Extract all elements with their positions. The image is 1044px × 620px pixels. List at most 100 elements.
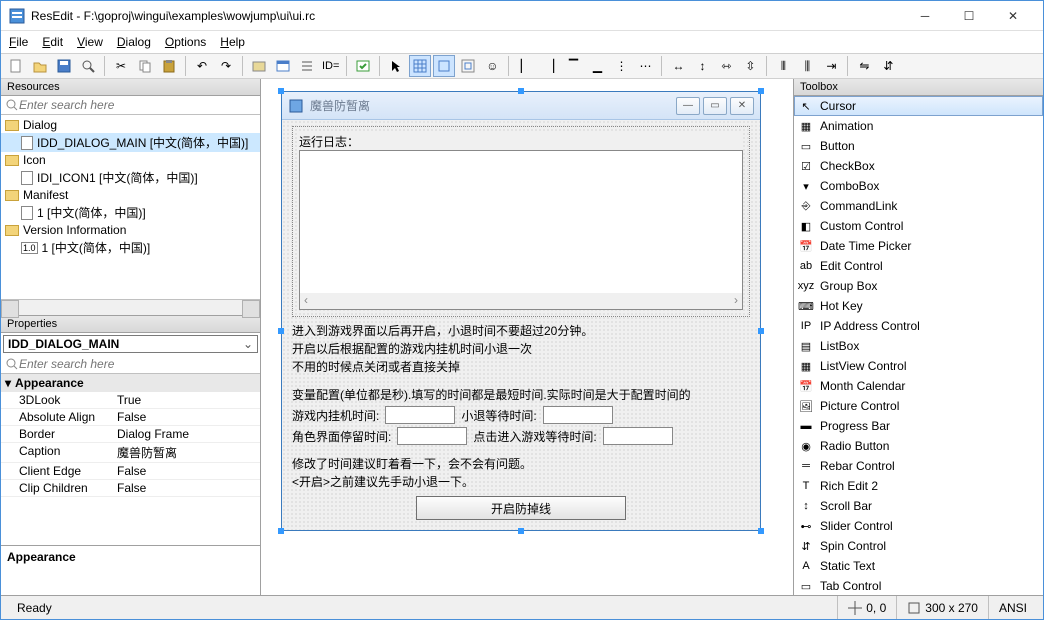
prop-row[interactable]: Client EdgeFalse	[1, 463, 260, 480]
toolbox-item-checkbox[interactable]: ☑CheckBox	[794, 156, 1043, 176]
cut-icon[interactable]: ✂	[110, 55, 132, 77]
input-charwait[interactable]	[397, 427, 467, 445]
toolbox-item-tab-control[interactable]: ▭Tab Control	[794, 576, 1043, 595]
dialog-editor[interactable]: 魔兽防暂离 — ▭ ✕ 运行日志： ‹› 进入到游戏界面以后再开启，小退时间不要…	[261, 79, 793, 595]
menu-file[interactable]: File	[9, 35, 28, 49]
sel-handle-se[interactable]	[758, 528, 764, 534]
properties-search[interactable]	[1, 355, 260, 374]
toolbox-item-listview-control[interactable]: ▦ListView Control	[794, 356, 1043, 376]
smiley-icon[interactable]: ☺	[481, 55, 503, 77]
redo-icon[interactable]: ↷	[215, 55, 237, 77]
flip-v-icon[interactable]: ⇵	[877, 55, 899, 77]
minimize-button[interactable]: ─	[903, 2, 947, 30]
sel-handle-s[interactable]	[518, 528, 524, 534]
copy-icon[interactable]	[134, 55, 156, 77]
toolbox-item-rich-edit-2[interactable]: TRich Edit 2	[794, 476, 1043, 496]
log-hscroll[interactable]: ‹›	[300, 293, 742, 309]
toolbox-item-button[interactable]: ▭Button	[794, 136, 1043, 156]
sel-handle-sw[interactable]	[278, 528, 284, 534]
toolbox-item-custom-control[interactable]: ◧Custom Control	[794, 216, 1043, 236]
spacing-h-icon[interactable]: ↔	[667, 55, 689, 77]
guides-icon[interactable]	[433, 55, 455, 77]
property-category[interactable]: ▾Appearance	[1, 374, 260, 392]
groupbox-log[interactable]: 运行日志： ‹›	[292, 126, 750, 317]
resources-search-input[interactable]	[19, 98, 256, 112]
dialog-min-icon[interactable]: —	[676, 97, 700, 115]
resource-tree[interactable]: Dialog IDD_DIALOG_MAIN [中文(简体，中国)] Icon …	[1, 115, 260, 299]
undo-icon[interactable]: ↶	[191, 55, 213, 77]
center-v-icon[interactable]: ⋯	[634, 55, 656, 77]
toolbox-item-spin-control[interactable]: ⇵Spin Control	[794, 536, 1043, 556]
toolbox-item-scroll-bar[interactable]: ↕Scroll Bar	[794, 496, 1043, 516]
grid-icon[interactable]	[409, 55, 431, 77]
menu-edit[interactable]: Edit	[42, 35, 63, 49]
list-icon[interactable]	[296, 55, 318, 77]
input-enterwait[interactable]	[603, 427, 673, 445]
toolbox-item-hot-key[interactable]: ⌨Hot Key	[794, 296, 1043, 316]
tab-order-icon[interactable]: ⇥	[820, 55, 842, 77]
menu-help[interactable]: Help	[220, 35, 245, 49]
sel-handle-ne[interactable]	[758, 88, 764, 94]
same-width-icon[interactable]: ⇿	[715, 55, 737, 77]
prop-row[interactable]: 3DLookTrue	[1, 392, 260, 409]
same-height-icon[interactable]: ⇳	[739, 55, 761, 77]
sel-handle-nw[interactable]	[278, 88, 284, 94]
properties-search-input[interactable]	[19, 357, 256, 371]
dialog-preview[interactable]: 魔兽防暂离 — ▭ ✕ 运行日志： ‹› 进入到游戏界面以后再开启，小退时间不要…	[281, 91, 761, 531]
paste-icon[interactable]	[158, 55, 180, 77]
align-top-icon[interactable]: ▔	[562, 55, 584, 77]
menu-options[interactable]: Options	[165, 35, 206, 49]
new-icon[interactable]	[5, 55, 27, 77]
toolbox-item-radio-button[interactable]: ◉Radio Button	[794, 436, 1043, 456]
distribute-v-icon[interactable]: ⫼	[796, 55, 818, 77]
preview-icon[interactable]	[77, 55, 99, 77]
toolbox-item-edit-control[interactable]: abEdit Control	[794, 256, 1043, 276]
sel-handle-w[interactable]	[278, 328, 284, 334]
tree-dialog-folder[interactable]: Dialog	[1, 117, 260, 133]
toolbox-list[interactable]: ↖Cursor▦Animation▭Button☑CheckBox▾ComboB…	[794, 96, 1043, 595]
tree-manifest-folder[interactable]: Manifest	[1, 187, 260, 203]
dialog-client-area[interactable]: 运行日志： ‹› 进入到游戏界面以后再开启，小退时间不要超过20分钟。 开启以后…	[282, 120, 760, 530]
spacing-v-icon[interactable]: ↕	[691, 55, 713, 77]
resources-search[interactable]	[1, 96, 260, 115]
distribute-h-icon[interactable]: ⫴	[772, 55, 794, 77]
tree-version-item[interactable]: 1.01 [中文(简体，中国)]	[1, 238, 260, 257]
input-relogwait[interactable]	[543, 406, 613, 424]
menu-dialog[interactable]: Dialog	[117, 35, 151, 49]
align-left-icon[interactable]: ▏	[514, 55, 536, 77]
toolbox-item-month-calendar[interactable]: 📅Month Calendar	[794, 376, 1043, 396]
toolbox-item-commandlink[interactable]: ⎆CommandLink	[794, 196, 1043, 216]
toolbox-item-animation[interactable]: ▦Animation	[794, 116, 1043, 136]
align-right-icon[interactable]: ▕	[538, 55, 560, 77]
property-grid[interactable]: ▾Appearance 3DLookTrue Absolute AlignFal…	[1, 374, 260, 545]
toolbox-item-progress-bar[interactable]: ▬Progress Bar	[794, 416, 1043, 436]
log-textarea[interactable]: ‹›	[299, 150, 743, 310]
maximize-button[interactable]: ☐	[947, 2, 991, 30]
toolbox-item-listbox[interactable]: ▤ListBox	[794, 336, 1043, 356]
test-icon[interactable]	[352, 55, 374, 77]
resources-hscroll[interactable]	[1, 299, 260, 315]
toolbox-item-combobox[interactable]: ▾ComboBox	[794, 176, 1043, 196]
prop-row[interactable]: Absolute AlignFalse	[1, 409, 260, 426]
menu-view[interactable]: View	[77, 35, 103, 49]
toolbox-item-slider-control[interactable]: ⊷Slider Control	[794, 516, 1043, 536]
tree-manifest-item[interactable]: 1 [中文(简体，中国)]	[1, 203, 260, 222]
open-icon[interactable]	[29, 55, 51, 77]
toolbox-item-ip-address-control[interactable]: IPIP Address Control	[794, 316, 1043, 336]
center-h-icon[interactable]: ⋮	[610, 55, 632, 77]
properties-selector[interactable]: IDD_DIALOG_MAIN ⌄	[3, 335, 258, 353]
prop-row[interactable]: BorderDialog Frame	[1, 426, 260, 443]
save-icon[interactable]	[53, 55, 75, 77]
flip-h-icon[interactable]: ⇋	[853, 55, 875, 77]
dialog-max-icon[interactable]: ▭	[703, 97, 727, 115]
resource-icon[interactable]	[248, 55, 270, 77]
tree-icon-folder[interactable]: Icon	[1, 152, 260, 168]
toolbox-item-cursor[interactable]: ↖Cursor	[794, 96, 1043, 116]
tree-version-folder[interactable]: Version Information	[1, 222, 260, 238]
align-bottom-icon[interactable]: ▁	[586, 55, 608, 77]
pointer-icon[interactable]	[385, 55, 407, 77]
sel-handle-n[interactable]	[518, 88, 524, 94]
input-hangtime[interactable]	[385, 406, 455, 424]
prop-row[interactable]: Caption魔兽防暂离	[1, 443, 260, 463]
start-button[interactable]: 开启防掉线	[416, 496, 626, 520]
